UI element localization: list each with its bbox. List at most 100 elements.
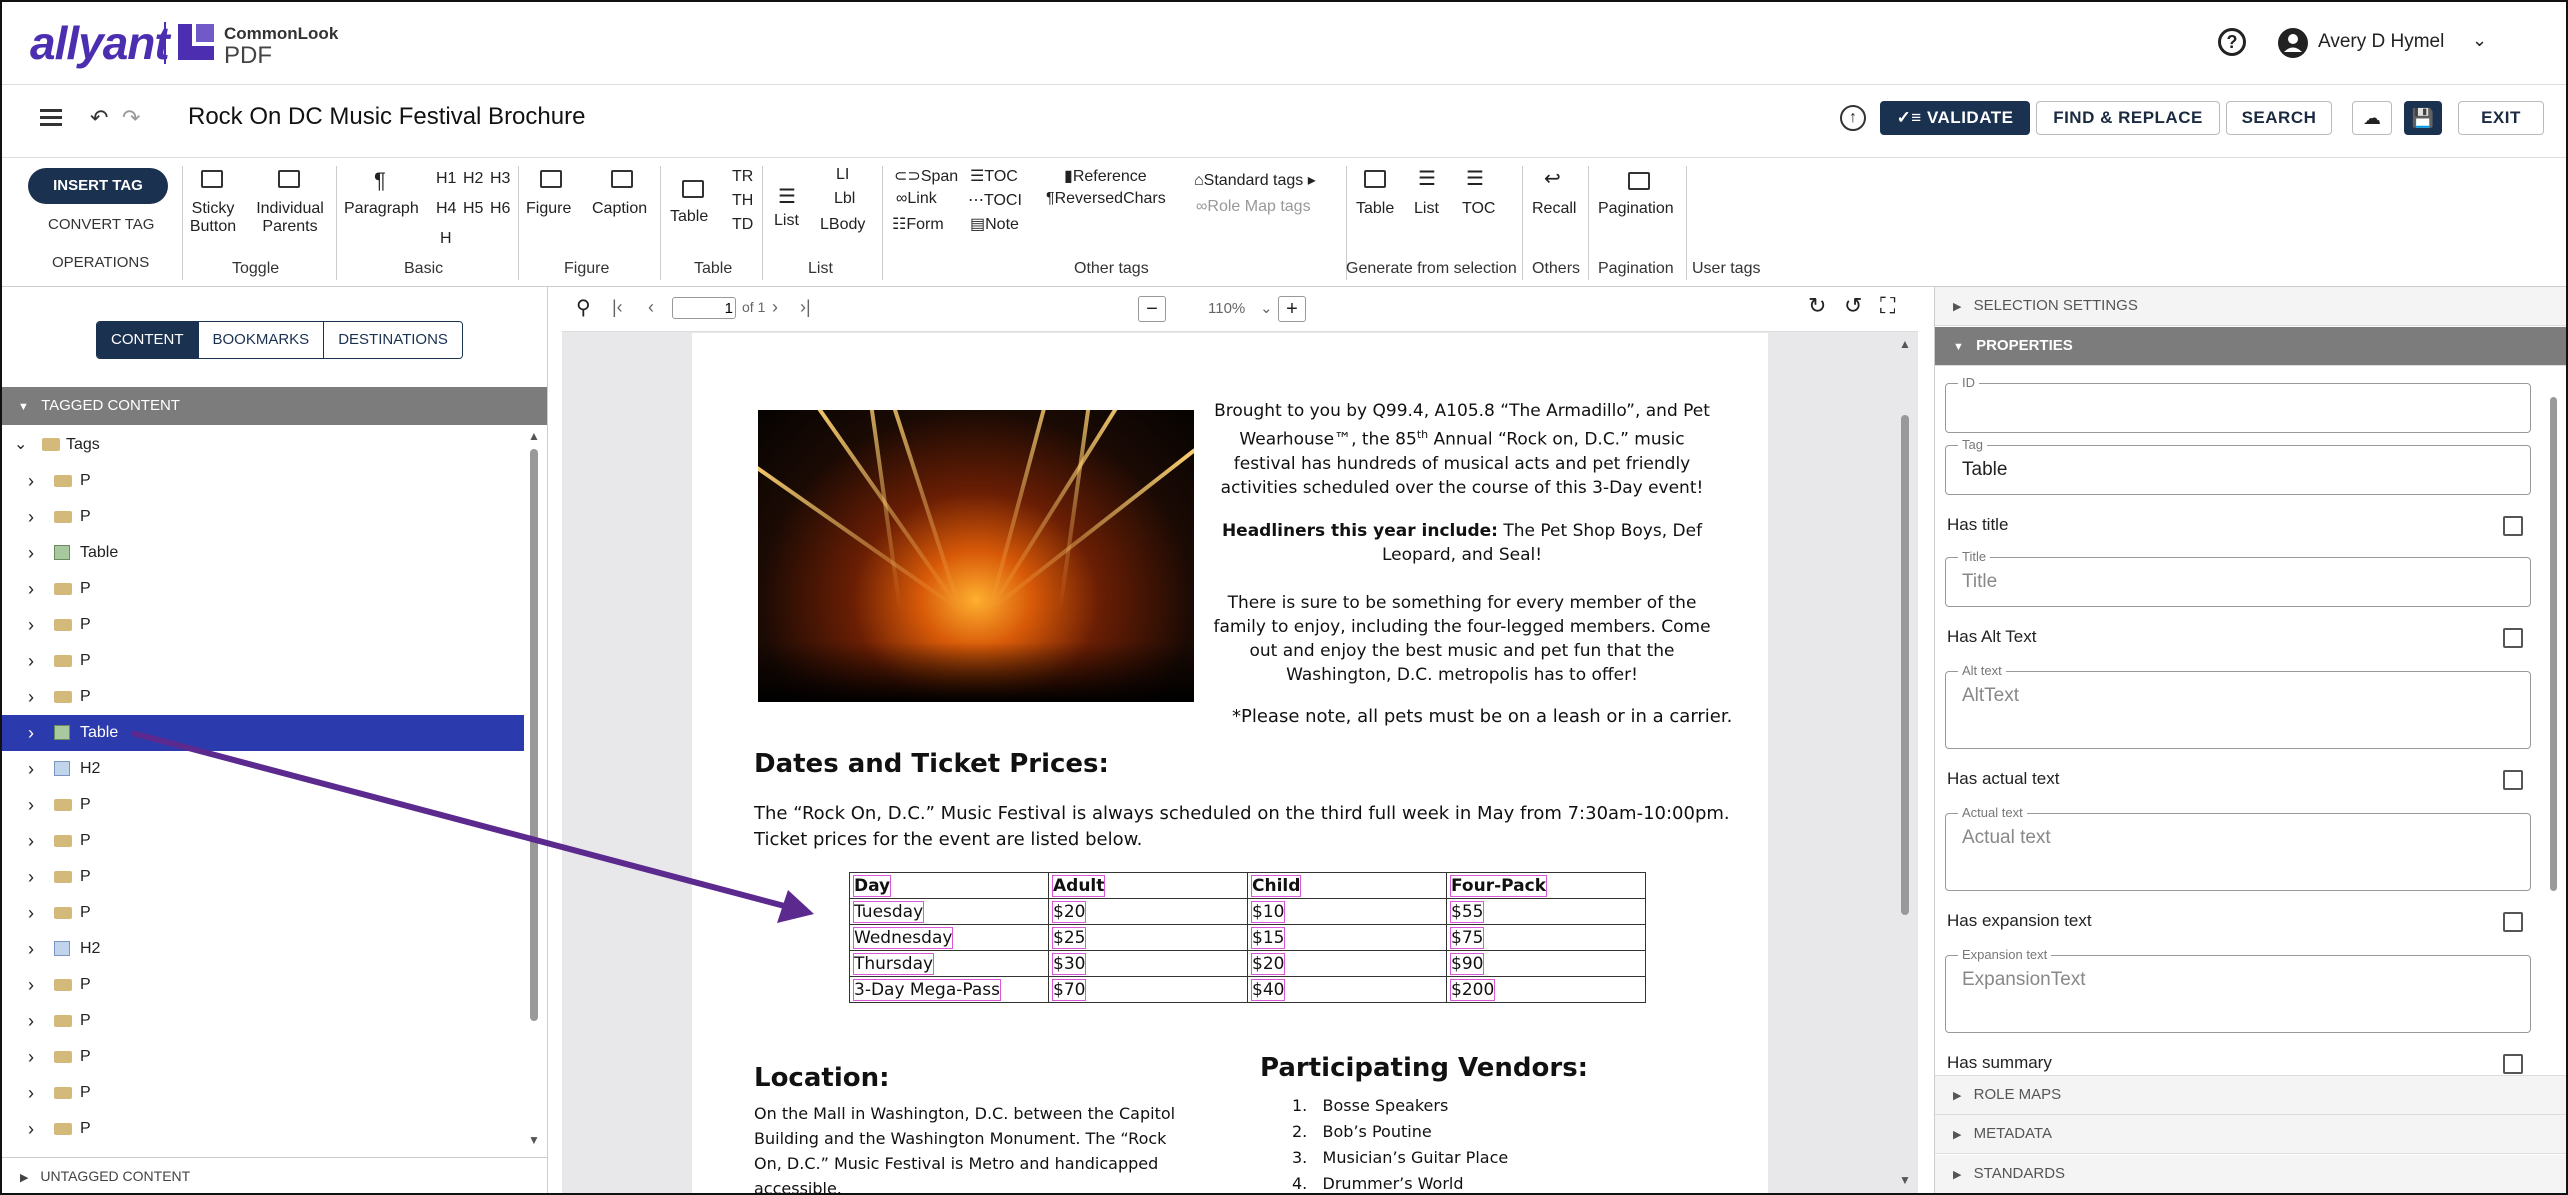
link-button[interactable]: ∞Link [896,190,937,208]
generate-table-button[interactable]: Table [1356,200,1394,218]
list-button[interactable]: List [774,212,799,230]
rotate-counterclockwise-icon[interactable]: ↺ [1844,293,1862,319]
zoom-in-icon[interactable]: + [1278,296,1306,322]
role-map-tags-menu[interactable]: ∞Role Map tags [1196,198,1311,216]
search-icon[interactable]: ⚲ [576,295,591,320]
tree-item[interactable]: › H2 [2,751,524,787]
caption-button[interactable]: Caption [592,200,647,218]
toc-button[interactable]: ☰TOC [970,166,1018,186]
prev-page-icon[interactable]: ‹ [648,297,654,318]
tree-item[interactable]: › P [2,463,524,499]
chevron-down-icon[interactable]: ⌄ [2472,30,2487,51]
role-maps-header[interactable]: ▶ ROLE MAPS [1935,1075,2566,1115]
has-summary-checkbox[interactable] [2503,1054,2523,1074]
reversedchars-button[interactable]: ¶ReversedChars [1046,190,1166,208]
operations-button[interactable]: OPERATIONS [52,254,149,271]
viewer-scroll-thumb[interactable] [1901,415,1909,915]
tree-item[interactable]: › Table [2,715,524,751]
tree-item[interactable]: › P [2,859,524,895]
upload-icon[interactable]: ↑ [1840,105,1866,131]
actual-text-field[interactable]: Actual text Actual text [1945,805,2531,891]
save-icon[interactable]: 💾 [2404,101,2442,135]
tree-item[interactable]: › P [2,607,524,643]
alt-text-field[interactable]: Alt text AltText [1945,663,2531,749]
figure-button[interactable]: Figure [526,200,571,218]
zoom-select[interactable]: 110% ⌄ [1172,296,1282,322]
tree-item[interactable]: › P [2,1075,524,1111]
tree-item[interactable]: › P [2,1111,524,1147]
td-button[interactable]: TD [732,216,753,234]
tree-item[interactable]: › P [2,823,524,859]
h4-button[interactable]: H4 [436,200,456,218]
standards-header[interactable]: ▶ STANDARDS [1935,1155,2566,1193]
standard-tags-menu[interactable]: ⌂Standard tags ▸ [1194,170,1316,190]
search-button[interactable]: SEARCH [2226,101,2332,135]
paragraph-button[interactable]: Paragraph [344,200,419,218]
th-button[interactable]: TH [732,192,753,210]
tree-item[interactable]: › P [2,967,524,1003]
title-field[interactable]: Title Title [1945,549,2531,607]
properties-scroll-thumb[interactable] [2550,397,2557,891]
h6-button[interactable]: H6 [490,200,510,218]
tree-item[interactable]: › P [2,787,524,823]
user-avatar-icon[interactable] [2278,28,2308,58]
metadata-header[interactable]: ▶ METADATA [1935,1115,2566,1154]
tagged-content-header[interactable]: ▼ TAGGED CONTENT [2,387,547,425]
note-button[interactable]: ▤Note [970,214,1019,234]
toci-button[interactable]: ⋯TOCI [968,190,1022,210]
has-alt-text-checkbox[interactable] [2503,628,2523,648]
tree-scroll-thumb[interactable] [530,449,538,1021]
page-number-input[interactable] [672,297,736,319]
span-button[interactable]: ⊂⊃Span [894,166,958,186]
tree-item[interactable]: › P [2,1039,524,1075]
undo-icon[interactable]: ↶ [90,105,108,131]
zoom-out-icon[interactable]: − [1138,296,1166,322]
first-page-icon[interactable]: |‹ [612,297,623,318]
pagination-button[interactable]: Pagination [1598,200,1674,218]
redo-icon[interactable]: ↷ [122,105,140,131]
exit-button[interactable]: EXIT [2458,101,2544,135]
menu-icon[interactable] [40,109,62,127]
last-page-icon[interactable]: ›| [800,297,811,318]
scroll-up-icon[interactable]: ▲ [1899,337,1911,351]
tree-root-tags[interactable]: ⌄ Tags [2,427,524,463]
rotate-clockwise-icon[interactable]: ↻ [1808,293,1826,319]
tree-item[interactable]: › P [2,1003,524,1039]
has-actual-text-checkbox[interactable] [2503,770,2523,790]
scroll-up-icon[interactable]: ▲ [528,429,540,443]
generate-toc-button[interactable]: TOC [1462,200,1495,218]
selection-settings-header[interactable]: ▶ SELECTION SETTINGS [1935,287,2566,326]
generate-list-button[interactable]: List [1414,200,1439,218]
form-button[interactable]: ☷Form [892,214,944,234]
tree-item[interactable]: › Table [2,535,524,571]
tree-item[interactable]: › P [2,499,524,535]
tab-destinations[interactable]: DESTINATIONS [324,322,462,358]
lbl-button[interactable]: Lbl [834,190,855,208]
individual-parents-button[interactable]: Individual Parents [250,200,330,236]
scroll-down-icon[interactable]: ▼ [528,1133,540,1147]
cloud-upload-icon[interactable]: ☁ [2352,101,2392,135]
insert-tag-button[interactable]: INSERT TAG [28,168,168,204]
tree-item[interactable]: › P [2,679,524,715]
tree-item[interactable]: › H2 [2,931,524,967]
untagged-content-header[interactable]: ▶ UNTAGGED CONTENT [2,1157,547,1193]
user-name[interactable]: Avery D Hymel [2318,31,2444,53]
lbody-button[interactable]: LBody [820,216,865,234]
tag-field[interactable]: Tag Table [1945,437,2531,495]
h5-button[interactable]: H5 [463,200,483,218]
h1-button[interactable]: H1 [436,170,456,188]
validate-button[interactable]: ✓≡ VALIDATE [1880,101,2030,135]
tr-button[interactable]: TR [732,168,753,186]
reference-button[interactable]: ▮Reference [1064,166,1147,186]
next-page-icon[interactable]: › [772,297,778,318]
h2-button[interactable]: H2 [463,170,483,188]
expansion-text-field[interactable]: Expansion text ExpansionText [1945,947,2531,1033]
h-button[interactable]: H [440,230,452,248]
sticky-button[interactable]: Sticky Button [188,200,238,236]
tree-item[interactable]: › P [2,643,524,679]
tree-item[interactable]: › P [2,895,524,931]
tab-content[interactable]: CONTENT [97,322,199,358]
convert-tag-button[interactable]: CONVERT TAG [48,216,154,233]
tree-item[interactable]: › P [2,571,524,607]
scroll-down-icon[interactable]: ▼ [1899,1173,1911,1187]
